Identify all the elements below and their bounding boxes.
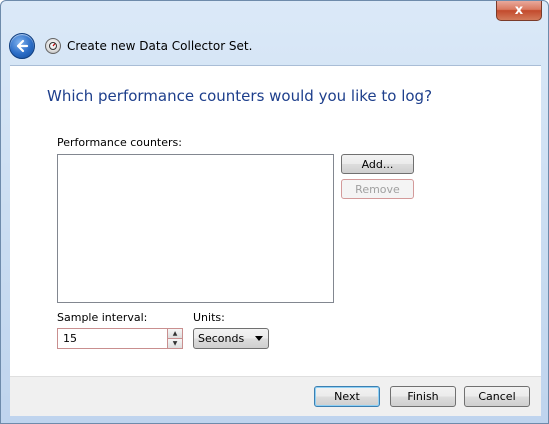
add-button[interactable]: Add...	[341, 154, 414, 174]
back-arrow-icon	[16, 39, 29, 53]
add-button-label: Add...	[361, 157, 394, 171]
next-button[interactable]: Next	[314, 386, 380, 407]
title-bar: Create new Data Collector Set.	[9, 31, 540, 61]
back-button[interactable]	[9, 33, 35, 59]
units-label: Units:	[193, 311, 225, 324]
performance-monitor-icon	[45, 38, 61, 54]
spinner-arrows: ▲ ▼	[167, 329, 182, 348]
performance-counters-list[interactable]	[57, 154, 334, 303]
spin-up-icon[interactable]: ▲	[168, 329, 182, 338]
cancel-button-label: Cancel	[478, 390, 516, 403]
remove-button-label: Remove	[355, 182, 400, 196]
wizard-content: Which performance counters would you lik…	[10, 65, 541, 376]
spin-down-icon[interactable]: ▼	[168, 338, 182, 348]
units-value: Seconds	[198, 332, 245, 345]
sample-interval-input[interactable]: 15	[58, 329, 167, 348]
finish-button-label: Finish	[407, 390, 439, 403]
sample-interval-label: Sample interval:	[57, 311, 148, 324]
sample-interval-spinner[interactable]: 15 ▲ ▼	[57, 328, 183, 349]
chevron-down-icon	[255, 336, 263, 341]
wizard-window: x Create new Data Collector Set. Which p…	[0, 0, 549, 424]
wizard-footer: Next Finish Cancel	[10, 376, 541, 416]
cancel-button[interactable]: Cancel	[464, 386, 530, 407]
next-button-label: Next	[334, 390, 360, 403]
close-button[interactable]: x	[496, 1, 542, 21]
window-title: Create new Data Collector Set.	[67, 39, 253, 53]
page-heading: Which performance counters would you lik…	[47, 87, 433, 105]
close-icon: x	[514, 3, 524, 18]
finish-button[interactable]: Finish	[390, 386, 456, 407]
units-dropdown[interactable]: Seconds	[193, 328, 269, 349]
performance-counters-label: Performance counters:	[57, 136, 182, 149]
remove-button[interactable]: Remove	[341, 179, 414, 199]
